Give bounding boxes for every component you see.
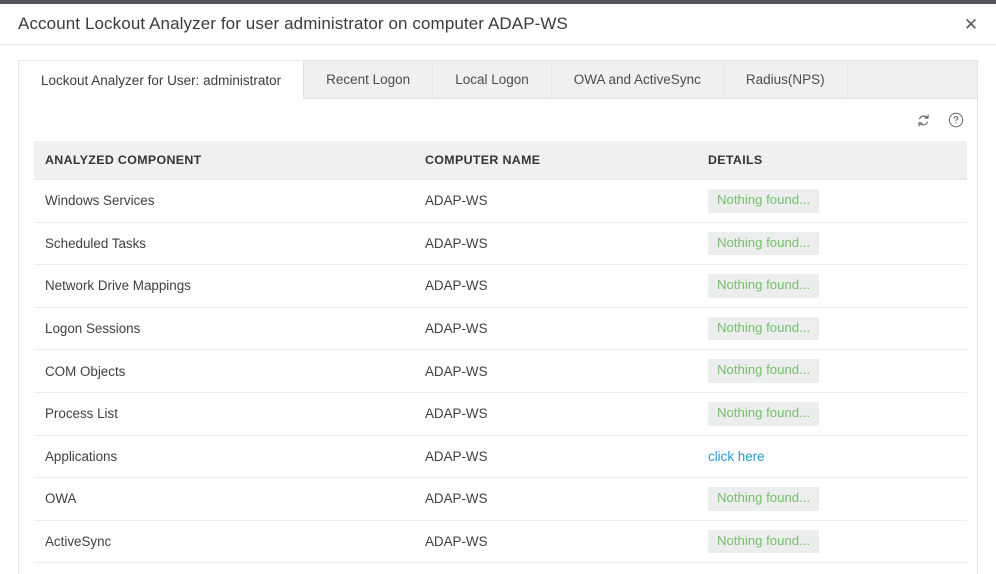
status-badge: Nothing found... [708,317,819,341]
tab-radius-nps[interactable]: Radius(NPS) [724,61,848,98]
cell-analyzed-component: Applications [34,435,414,478]
dialog-titlebar: Account Lockout Analyzer for user admini… [0,4,996,45]
table-row: Process ListADAP-WS Nothing found... [34,392,967,435]
status-badge: Nothing found... [708,274,819,298]
tab-lockout-analyzer-for-user-administrator[interactable]: Lockout Analyzer for User: administrator [19,61,304,100]
tab-recent-logon[interactable]: Recent Logon [304,61,433,98]
table-row: ActiveSyncADAP-WS Nothing found... [34,520,967,563]
cell-computer-name: ADAP-WS [414,350,697,393]
cell-details: Nothing found... [697,180,967,223]
cell-details: Nothing found... [697,520,967,563]
tab-owa-and-activesync[interactable]: OWA and ActiveSync [552,61,724,98]
help-icon[interactable] [946,110,966,130]
table-row: ApplicationsADAP-WS click here [34,435,967,478]
cell-details: Nothing found... [697,265,967,308]
close-icon[interactable]: ✕ [959,14,983,38]
cell-computer-name: ADAP-WS [414,435,697,478]
tab-label: Lockout Analyzer for User: administrator [41,73,281,88]
tab-bar: Lockout Analyzer for User: administrator… [19,61,977,99]
table-head: ANALYZED COMPONENT COMPUTER NAME DETAILS [34,141,967,180]
analyzed-components-table: ANALYZED COMPONENT COMPUTER NAME DETAILS… [34,141,967,563]
cell-computer-name: ADAP-WS [414,180,697,223]
cell-analyzed-component: Network Drive Mappings [34,265,414,308]
account-lockout-analyzer-dialog: Account Lockout Analyzer for user admini… [0,0,996,574]
status-badge: Nothing found... [708,487,819,511]
details-click-here-link[interactable]: click here [708,449,765,464]
table-row: OWAADAP-WS Nothing found... [34,478,967,521]
cell-analyzed-component: OWA [34,478,414,521]
status-badge: Nothing found... [708,359,819,383]
cell-analyzed-component: COM Objects [34,350,414,393]
tab-label: Recent Logon [326,72,410,87]
analyzed-components-table-wrapper: ANALYZED COMPONENT COMPUTER NAME DETAILS… [19,141,977,563]
cell-details: Nothing found... [697,222,967,265]
table-body: Windows ServicesADAP-WSNothing found...S… [34,180,967,563]
dialog-title: Account Lockout Analyzer for user admini… [18,14,568,34]
table-row: Network Drive MappingsADAP-WS Nothing fou… [34,265,967,308]
status-badge: Nothing found... [708,530,819,554]
cell-computer-name: ADAP-WS [414,222,697,265]
column-header-details: DETAILS [697,141,967,180]
status-badge: Nothing found... [708,232,819,256]
cell-analyzed-component: ActiveSync [34,520,414,563]
cell-analyzed-component: Windows Services [34,180,414,223]
cell-details: click here [697,435,967,478]
cell-computer-name: ADAP-WS [414,520,697,563]
tab-local-logon[interactable]: Local Logon [433,61,552,98]
status-badge: Nothing found... [708,189,819,213]
table-row: Windows ServicesADAP-WS Nothing found... [34,180,967,223]
cell-details: Nothing found... [697,350,967,393]
column-header-analyzed-component: ANALYZED COMPONENT [34,141,414,180]
cell-computer-name: ADAP-WS [414,478,697,521]
table-header-row: ANALYZED COMPONENT COMPUTER NAME DETAILS [34,141,967,180]
cell-details: Nothing found... [697,478,967,521]
cell-details: Nothing found... [697,307,967,350]
cell-analyzed-component: Process List [34,392,414,435]
cell-computer-name: ADAP-WS [414,307,697,350]
tab-label: Local Logon [455,72,529,87]
cell-details: Nothing found... [697,392,967,435]
tab-label: Radius(NPS) [746,72,825,87]
status-badge: Nothing found... [708,402,819,426]
table-row: COM ObjectsADAP-WS Nothing found... [34,350,967,393]
column-header-computer-name: COMPUTER NAME [414,141,697,180]
cell-computer-name: ADAP-WS [414,265,697,308]
tab-label: OWA and ActiveSync [574,72,701,87]
refresh-icon[interactable] [913,110,933,130]
table-toolbar [19,99,977,141]
table-row: Logon SessionsADAP-WS Nothing found... [34,307,967,350]
cell-analyzed-component: Scheduled Tasks [34,222,414,265]
table-row: Scheduled TasksADAP-WS Nothing found... [34,222,967,265]
toolbar-icons [913,110,966,130]
cell-analyzed-component: Logon Sessions [34,307,414,350]
cell-computer-name: ADAP-WS [414,392,697,435]
analyzer-panel: Lockout Analyzer for User: administrator… [18,60,978,574]
